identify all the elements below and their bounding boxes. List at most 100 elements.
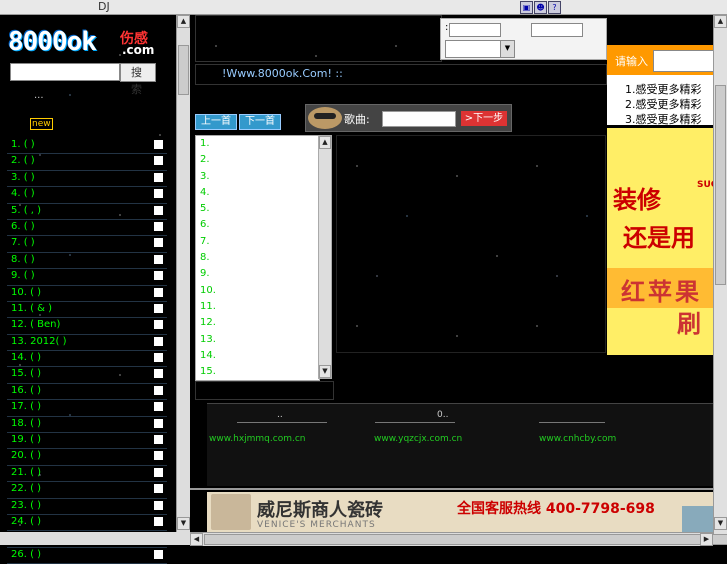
list-item-label[interactable]: 1. ( ) [11,139,35,150]
list-item-label[interactable]: 23. ( ) [11,500,41,511]
playlist-item[interactable]: 2. [196,152,319,168]
list-item-label[interactable]: 18. ( ) [11,418,41,429]
list-item-label[interactable]: 16. ( ) [11,385,41,396]
scroll-down-icon[interactable]: ▼ [319,365,331,378]
list-item[interactable]: 9. ( ) [7,269,167,286]
list-item-label[interactable]: 11. ( & ) [11,303,52,314]
playlist-item[interactable]: 4. [196,185,319,201]
list-item-label[interactable]: 14. ( ) [11,352,41,363]
song-input[interactable] [382,111,456,127]
playlist-item[interactable]: 8. [196,250,319,266]
promo-line[interactable]: 3.感受更多精彩 [625,111,702,127]
help-icon[interactable]: ? [548,1,561,14]
select-checkbox[interactable] [154,385,163,395]
list-item-label[interactable]: 2. ( ) [11,155,35,166]
playlist-item[interactable]: 6. [196,217,319,233]
select-checkbox[interactable] [154,221,163,231]
list-item-label[interactable]: 12. ( Ben) [11,319,60,330]
playlist-item[interactable]: 5. [196,201,319,217]
playlist-item[interactable]: 7. [196,234,319,250]
list-item-label[interactable]: 4. ( ) [11,188,35,199]
list-item-label[interactable]: 5. ( , ) [11,205,41,216]
list-item-label[interactable]: 26. ( ) [11,549,41,560]
list-item[interactable]: 15. ( ) [7,367,167,384]
list-item[interactable]: 10. ( ) [7,286,167,302]
scroll-left-icon[interactable]: ◀ [190,533,203,546]
scroll-up-icon[interactable]: ▲ [714,15,727,28]
scroll-down-icon[interactable]: ▼ [714,517,727,530]
select-checkbox[interactable] [154,287,163,297]
avatar-icon[interactable]: ☻ [534,1,547,14]
list-item[interactable]: 18. ( ) [7,417,167,434]
link-item[interactable]: www.yqzcjx.com.cn [374,434,462,444]
list-item-label[interactable]: 10. ( ) [11,287,41,298]
list-item[interactable]: 20. ( ) [7,449,167,466]
next-song-button[interactable]: 下一首 [239,114,281,130]
scroll-up-icon[interactable]: ▲ [177,15,190,28]
list-item[interactable]: 1. ( ) [7,138,167,155]
select-checkbox[interactable] [154,451,163,461]
select-checkbox[interactable] [154,435,163,445]
prev-song-button[interactable]: 上一首 [195,114,237,130]
playlist-item[interactable]: 11. [196,299,319,315]
select-checkbox[interactable] [154,271,163,281]
list-item-label[interactable]: 15. ( ) [11,368,41,379]
list-item[interactable]: 26. ( ) [7,548,167,564]
scroll-down-icon[interactable]: ▼ [177,517,190,530]
list-item[interactable]: 17. ( ) [7,400,167,417]
list-item[interactable]: 16. ( ) [7,384,167,401]
select-checkbox[interactable] [154,238,163,248]
search-button[interactable]: 搜 索 [120,63,156,96]
promo-line[interactable]: 1.感受更多精彩 [625,81,702,97]
list-item-label[interactable]: 6. ( ) [11,221,35,232]
playlist-scrollbar[interactable]: ▲ ▼ [318,135,332,379]
select-checkbox[interactable] [154,353,163,363]
list-item[interactable]: 11. ( & ) [7,302,167,319]
left-hscrollbar[interactable] [0,532,189,545]
username-field[interactable] [449,23,501,37]
search-input[interactable] [10,63,120,81]
list-item-label[interactable]: 7. ( ) [11,237,35,248]
select-checkbox[interactable] [154,516,163,526]
list-item-label[interactable]: 22. ( ) [11,483,41,494]
playlist-item[interactable]: 9. [196,266,319,282]
playlist-item[interactable]: 10. [196,283,319,299]
ad-banner-vertical[interactable]: SUGE 装修 还是用 红苹果 刷 [607,128,727,355]
select-checkbox[interactable] [154,140,163,149]
select-checkbox[interactable] [154,549,163,559]
select-checkbox[interactable] [154,172,163,182]
select-checkbox[interactable] [154,254,163,264]
site-url[interactable]: !Www.8000ok.Com! :: [222,67,343,80]
list-item[interactable]: 24. ( ) [7,515,167,532]
select-checkbox[interactable] [154,467,163,477]
select-checkbox[interactable] [154,369,163,379]
list-item[interactable]: 22. ( ) [7,482,167,499]
right-scrollbar[interactable]: ▲ ▼ [713,15,727,545]
next-step-button[interactable]: >下一步 [461,111,507,126]
list-item-label[interactable]: 21. ( ) [11,467,41,478]
scroll-right-icon[interactable]: ▶ [700,533,713,546]
bookmark-icon[interactable]: ▣ [520,1,533,14]
list-item[interactable]: 3. ( ) [7,171,167,188]
list-item[interactable]: 19. ( ) [7,433,167,450]
select-checkbox[interactable] [154,402,163,412]
list-item-label[interactable]: 9. ( ) [11,270,35,281]
list-item[interactable]: 21. ( ) [7,466,167,483]
scroll-thumb[interactable] [178,45,189,95]
scroll-up-icon[interactable]: ▲ [319,136,331,149]
playlist-item[interactable]: 14. [196,348,319,364]
main-hscrollbar[interactable]: ◀ ▶ [190,532,727,546]
ad-banner-horizontal[interactable]: 威尼斯商人瓷砖 VENICE'S MERCHANTS 全国客服热线 400-77… [207,492,713,532]
list-item[interactable]: 7. ( ) [7,236,167,253]
site-logo[interactable]: 8000ok 伤感 .com [8,27,158,57]
select-checkbox[interactable] [154,418,163,428]
list-item[interactable]: 4. ( ) [7,187,167,204]
password-field[interactable] [531,23,583,37]
list-item[interactable]: 5. ( , ) [7,204,167,220]
list-item-label[interactable]: 13. 2012( ) [11,336,67,347]
list-item-label[interactable]: 24. ( ) [11,516,41,527]
scroll-thumb[interactable] [204,534,727,545]
list-item[interactable]: 13. 2012( ) [7,335,167,352]
list-item-label[interactable]: 8. ( ) [11,254,35,265]
select-checkbox[interactable] [154,500,163,510]
